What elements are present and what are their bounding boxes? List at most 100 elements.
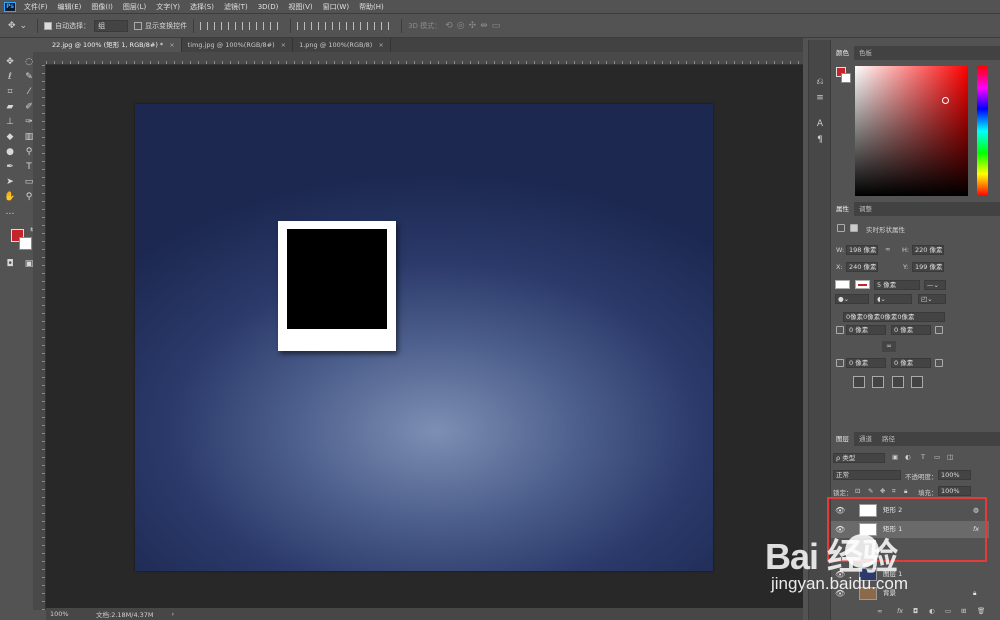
tab-channels[interactable]: 通道 (854, 432, 877, 446)
menu-edit[interactable]: 编辑(E) (58, 2, 82, 12)
3d-drag-icon[interactable]: ✣ (469, 21, 477, 31)
3d-scale-icon[interactable]: ▭ (492, 21, 501, 31)
align-hcenter-icon[interactable] (256, 21, 265, 30)
blur-tool-icon[interactable]: ● (3, 146, 17, 158)
background-color-swatch[interactable] (19, 237, 32, 250)
new-group-icon[interactable]: ▭ (945, 607, 951, 615)
3d-slide-icon[interactable]: ⇹ (480, 21, 488, 31)
distribute-hcenter-icon[interactable] (353, 21, 362, 30)
menu-3d[interactable]: 3D(D) (258, 3, 279, 11)
corner-type-dropdown[interactable]: ◰⌄ (918, 294, 946, 304)
menu-window[interactable]: 窗口(W) (323, 2, 349, 12)
link-layers-icon[interactable]: ∞ (877, 607, 882, 615)
align-top-icon[interactable] (200, 21, 209, 30)
close-icon[interactable]: × (378, 41, 383, 49)
history-icon[interactable]: ⎌ (814, 76, 826, 88)
add-style-icon[interactable]: fx (897, 607, 903, 615)
zoom-level[interactable]: 100% (50, 610, 90, 618)
opacity-field[interactable]: 100% (938, 470, 971, 480)
corner-br-field[interactable]: 0 像素 (891, 358, 931, 368)
stroke-color-swatch[interactable] (855, 280, 870, 289)
doc-tab-1png[interactable]: 1.png @ 100%(RGB/8) × (293, 38, 391, 52)
crop-tool-icon[interactable]: ⌗ (3, 86, 17, 98)
menu-select[interactable]: 选择(S) (190, 2, 214, 12)
lock-artboard-icon[interactable]: ⌗ (892, 487, 896, 496)
tab-layers[interactable]: 图层 (831, 432, 854, 446)
menu-image[interactable]: 图像(I) (91, 2, 113, 12)
document-canvas[interactable] (135, 104, 713, 571)
lock-position-icon[interactable]: ✥ (880, 487, 885, 495)
status-menu-arrow[interactable]: › (172, 610, 175, 618)
auto-select-checkbox[interactable] (44, 21, 53, 30)
corner-tr-field[interactable]: 0 像素 (891, 325, 931, 335)
filter-smart-icon[interactable]: ◫ (947, 453, 953, 461)
more-tools-icon[interactable]: … (3, 206, 17, 218)
3d-roll-icon[interactable]: ◎ (457, 21, 465, 31)
width-field[interactable]: 198 像素 (846, 245, 878, 255)
fill-field[interactable]: 100% (938, 486, 971, 496)
color-picker-field[interactable] (855, 66, 968, 196)
chevron-down-icon[interactable]: ⌄ (20, 21, 28, 31)
lasso-tool-icon[interactable]: ℓ (3, 71, 17, 83)
show-transform-checkbox[interactable] (134, 21, 143, 30)
align-bottom-icon[interactable] (228, 21, 237, 30)
move-tool-icon[interactable]: ✥ (8, 21, 16, 31)
link-corners-icon[interactable]: ∞ (882, 341, 896, 352)
menu-layer[interactable]: 图层(L) (123, 2, 146, 12)
align-stroke-dropdown[interactable]: ●⌄ (835, 294, 869, 304)
corner-bl-field[interactable]: 0 像素 (846, 358, 886, 368)
close-icon[interactable]: × (169, 41, 174, 49)
photo-placeholder-shape[interactable] (287, 229, 387, 329)
align-vcenter-icon[interactable] (214, 21, 223, 30)
trash-icon[interactable]: 🗑︎ (977, 607, 985, 615)
path-intersect-icon[interactable] (892, 376, 904, 388)
pen-tool-icon[interactable]: ✒ (3, 161, 17, 173)
y-field[interactable]: 199 像素 (912, 262, 944, 272)
path-exclude-icon[interactable] (911, 376, 923, 388)
corner-tl-field[interactable]: 0 像素 (846, 325, 886, 335)
new-adjustment-icon[interactable]: ◐ (929, 607, 935, 615)
path-select-tool-icon[interactable]: ➤ (3, 176, 17, 188)
distribute-left-icon[interactable] (339, 21, 348, 30)
stroke-size-field[interactable]: 5 像素 (874, 280, 920, 290)
cap-type-dropdown[interactable]: ◖⌄ (874, 294, 912, 304)
distribute-vcenter-icon[interactable] (311, 21, 320, 30)
stroke-type-dropdown[interactable]: —⌄ (924, 280, 946, 290)
lock-transparent-icon[interactable]: ⊡ (855, 487, 860, 495)
color-picker-cursor[interactable] (942, 97, 949, 104)
filter-type-icon[interactable]: T (921, 453, 925, 461)
distribute-top-icon[interactable] (297, 21, 306, 30)
tab-color[interactable]: 颜色 (831, 46, 854, 60)
menu-filter[interactable]: 滤镜(T) (224, 2, 248, 12)
distribute-right-icon[interactable] (367, 21, 376, 30)
hue-slider[interactable] (977, 66, 988, 196)
path-combine-icon[interactable] (853, 376, 865, 388)
auto-align-icon[interactable] (381, 21, 390, 30)
filter-pixel-icon[interactable]: ▣ (892, 453, 898, 461)
menu-help[interactable]: 帮助(H) (359, 2, 384, 12)
horizontal-ruler[interactable] (46, 52, 803, 65)
link-icon[interactable]: ∞ (885, 245, 890, 253)
move-tool-icon[interactable]: ✥ (3, 56, 17, 68)
menu-view[interactable]: 视图(V) (288, 2, 312, 12)
menu-type[interactable]: 文字(Y) (156, 2, 180, 12)
panel-background-swatch[interactable] (841, 73, 851, 83)
align-left-icon[interactable] (242, 21, 251, 30)
lock-image-icon[interactable]: ✎ (868, 487, 873, 495)
close-icon[interactable]: × (281, 41, 286, 49)
tab-swatches[interactable]: 色板 (854, 46, 877, 60)
adjustments-icon[interactable]: ≡ (814, 92, 826, 104)
x-field[interactable]: 240 像素 (846, 262, 878, 272)
quick-mask-icon[interactable]: ◘ (3, 258, 17, 270)
lock-all-icon[interactable]: 🔒︎ (904, 487, 907, 496)
add-mask-icon[interactable]: ◘ (913, 607, 918, 615)
blend-mode-dropdown[interactable]: 正常 (833, 470, 901, 480)
filter-shape-icon[interactable]: ▭ (934, 453, 940, 461)
3d-rotate-icon[interactable]: ⟲ (445, 21, 453, 31)
menu-file[interactable]: 文件(F) (24, 2, 48, 12)
filter-adjust-icon[interactable]: ◐ (905, 453, 911, 461)
vertical-ruler[interactable] (33, 65, 46, 610)
eraser-tool-icon[interactable]: ◆ (3, 131, 17, 143)
character-icon[interactable]: A (814, 118, 826, 130)
height-field[interactable]: 220 像素 (912, 245, 944, 255)
